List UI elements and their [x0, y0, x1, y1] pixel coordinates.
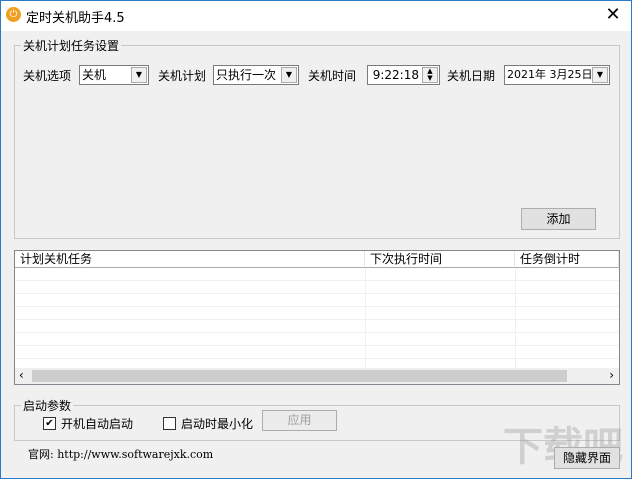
- startup-group-title: 启动参数: [21, 397, 74, 414]
- time-label: 关机时间: [308, 69, 357, 83]
- table-row: [15, 268, 619, 281]
- column-divider: [515, 268, 516, 370]
- column-header[interactable]: 计划关机任务: [15, 251, 365, 268]
- task-list[interactable]: 计划关机任务 下次执行时间 任务倒计时 ‹ ›: [14, 250, 620, 385]
- app-window: ⏻ 定时关机助手4.5 ✕ 关机计划任务设置 关机选项 关机 ▼ 关机计划 只执行…: [0, 0, 632, 479]
- option-label: 关机选项: [23, 69, 72, 83]
- table-row: [15, 320, 619, 333]
- plan-select[interactable]: 只执行一次 ▼: [213, 65, 299, 85]
- add-button[interactable]: 添加: [521, 208, 596, 230]
- schedule-group-title: 关机计划任务设置: [21, 37, 122, 54]
- minimize-checkbox[interactable]: [163, 417, 176, 430]
- table-row: [15, 281, 619, 294]
- plan-value: 只执行一次: [216, 68, 277, 82]
- spinner-icon[interactable]: ▲ ▼: [422, 67, 438, 83]
- autostart-checkbox[interactable]: ✔: [43, 417, 56, 430]
- plan-label: 关机计划: [158, 69, 207, 83]
- chevron-down-icon: ▼: [131, 67, 147, 83]
- table-row: [15, 346, 619, 359]
- website-text: 官网: http://www.softwarejxk.com: [28, 448, 214, 461]
- date-value: 2021年 3月25日: [507, 68, 593, 81]
- chevron-down-icon: ▼: [592, 67, 608, 83]
- scroll-right-icon[interactable]: ›: [609, 368, 614, 382]
- horizontal-scrollbar[interactable]: ‹ ›: [15, 368, 619, 384]
- column-header[interactable]: 下次执行时间: [365, 251, 515, 268]
- option-select[interactable]: 关机 ▼: [79, 65, 149, 85]
- option-value: 关机: [82, 68, 107, 82]
- close-button[interactable]: ✕: [601, 4, 625, 26]
- scrollbar-thumb[interactable]: [32, 370, 567, 382]
- power-icon: ⏻: [6, 7, 21, 22]
- time-value: 9:22:18: [372, 68, 419, 82]
- scroll-left-icon[interactable]: ‹: [19, 368, 24, 382]
- table-row: [15, 307, 619, 320]
- minimize-label: 启动时最小化: [181, 417, 254, 431]
- date-label: 关机日期: [447, 69, 496, 83]
- chevron-down-icon: ▼: [281, 67, 297, 83]
- table-row: [15, 333, 619, 346]
- hide-window-button[interactable]: 隐藏界面: [554, 447, 620, 469]
- title-bar: ⏻ 定时关机助手4.5 ✕: [1, 1, 631, 31]
- column-header[interactable]: 任务倒计时: [515, 251, 619, 268]
- date-picker[interactable]: 2021年 3月25日 ▼: [504, 65, 610, 85]
- column-divider: [365, 268, 366, 370]
- window-title: 定时关机助手4.5: [26, 11, 125, 26]
- autostart-label: 开机自动启动: [61, 417, 134, 431]
- time-input[interactable]: 9:22:18 ▲ ▼: [367, 65, 440, 85]
- table-row: [15, 294, 619, 307]
- apply-button[interactable]: 应用: [262, 410, 337, 431]
